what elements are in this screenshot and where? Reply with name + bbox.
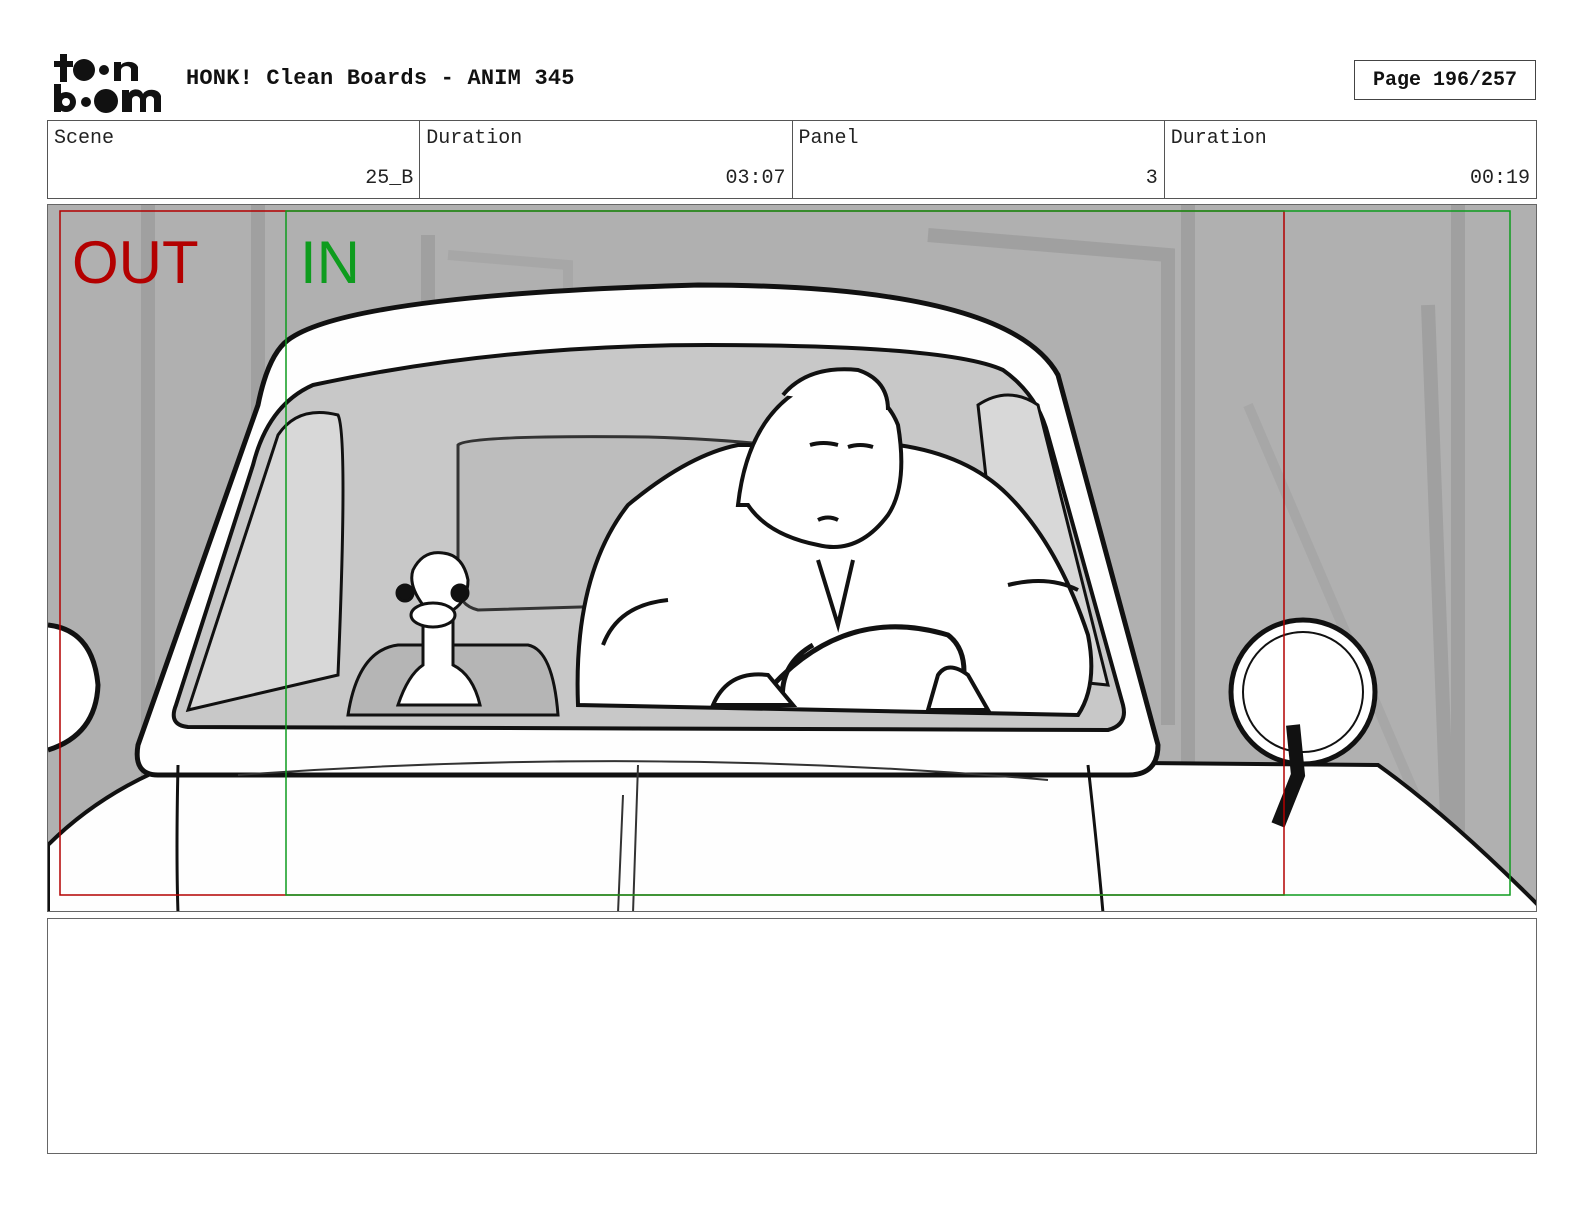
scene-duration-label: Duration	[426, 127, 523, 150]
toon-boom-logo	[52, 50, 164, 114]
panel-value: 3	[1145, 167, 1158, 190]
panel-duration-cell: Duration 00:19	[1165, 121, 1536, 198]
document-title: HONK! Clean Boards - ANIM 345	[186, 66, 575, 91]
panel-drawing	[48, 205, 1536, 911]
scene-value: 25_B	[365, 167, 414, 190]
scene-duration-value: 03:07	[725, 167, 786, 190]
panel-duration-label: Duration	[1170, 127, 1267, 150]
panel-duration-value: 00:19	[1469, 167, 1530, 190]
scene-cell: Scene 25_B	[48, 121, 421, 198]
page-number: Page 196/257	[1354, 60, 1536, 100]
panel-cell: Panel 3	[793, 121, 1165, 198]
panel-notes-box	[47, 918, 1537, 1154]
scene-duration-cell: Duration 03:07	[420, 121, 793, 198]
storyboard-panel: OUT IN	[47, 204, 1537, 912]
out-label: OUT	[72, 229, 199, 296]
scene-label: Scene	[54, 127, 115, 150]
panel-label: Panel	[798, 127, 859, 150]
panel-info-table: Scene 25_B Duration 03:07 Panel 3 Durati…	[47, 120, 1537, 199]
in-label: IN	[300, 229, 360, 296]
